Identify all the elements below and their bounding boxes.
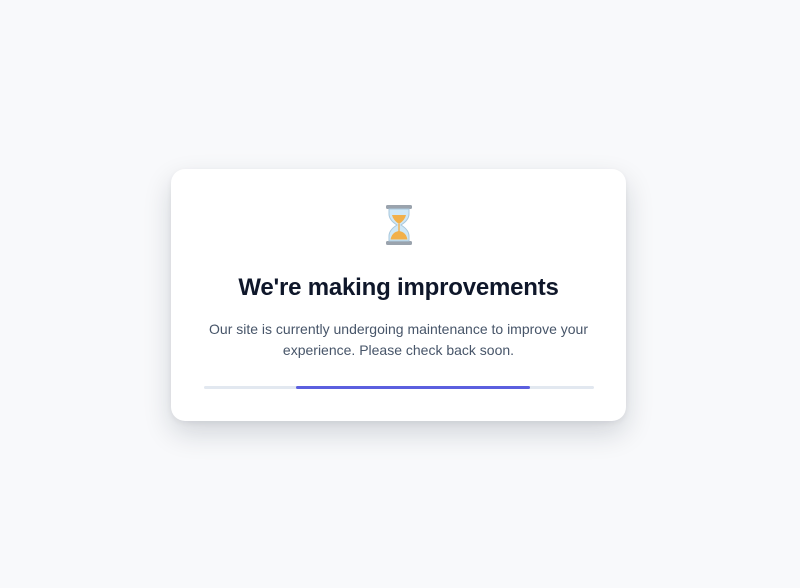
progress-indicator: [295, 386, 530, 389]
maintenance-message: Our site is currently undergoing mainten…: [209, 321, 588, 358]
hourglass-icon: [385, 205, 412, 245]
page-title: We're making improvements: [238, 274, 559, 301]
maintenance-card: We're making improvements Our site is cu…: [171, 169, 626, 421]
progress-bar: [204, 386, 594, 389]
